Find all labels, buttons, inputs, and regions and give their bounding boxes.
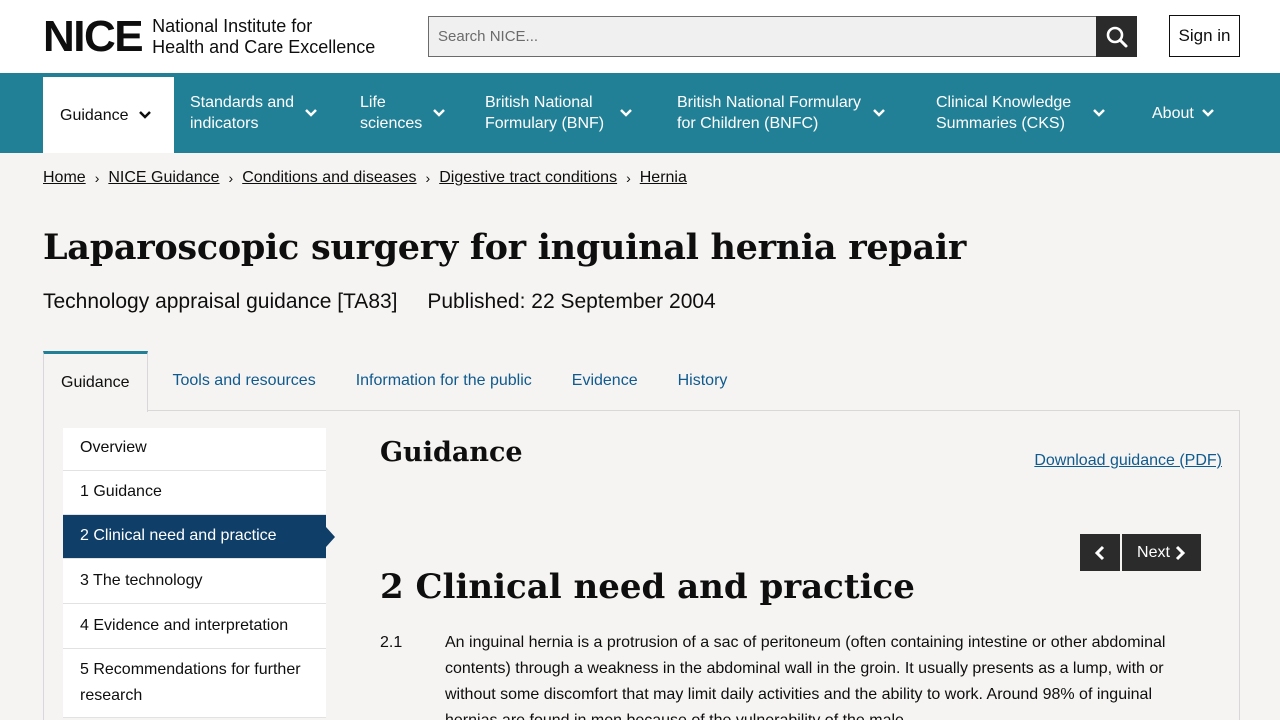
chapter-nav-1[interactable]: 1 Guidance [63,471,326,515]
chevron-left-icon [1094,545,1105,560]
search-input[interactable] [428,16,1096,57]
breadcrumb: Home › NICE Guidance › Conditions and di… [43,167,687,189]
tab-tools-and-resources[interactable]: Tools and resources [148,351,336,411]
chevron-down-icon [1201,109,1214,117]
paragraph-2-1: 2.1 An inguinal hernia is a protrusion o… [380,630,1210,720]
nav-item-about[interactable]: About [1152,73,1216,153]
chapter-nav: Overview 1 Guidance 2 Clinical need and … [63,428,335,718]
search-button[interactable] [1096,16,1137,57]
chevron-down-icon [873,109,885,117]
chevron-down-icon [1093,109,1106,117]
tab-history[interactable]: History [658,351,748,411]
previous-button[interactable] [1080,534,1120,571]
nav-item-label: Guidance [60,106,129,124]
site-header: NICE National Institute for Health and C… [0,0,1280,73]
chevron-down-icon [305,109,317,117]
nav-item-bnf[interactable]: British National Formulary (BNF) [485,73,634,153]
breadcrumb-separator: › [94,170,100,186]
page-meta: Technology appraisal guidance [TA83] Pub… [43,288,716,316]
paragraph-number: 2.1 [380,634,403,651]
nav-item-label: Clinical Knowledge Summaries (CKS) [936,94,1072,132]
tab-information-for-public[interactable]: Information for the public [336,351,552,411]
nav-item-standards[interactable]: Standards and indicators [190,73,319,153]
nav-item-cks[interactable]: Clinical Knowledge Summaries (CKS) [936,73,1107,153]
chevron-down-icon [620,109,632,117]
chevron-down-icon [138,111,151,119]
chevron-down-icon [433,109,446,117]
breadcrumb-digestive[interactable]: Digestive tract conditions [439,167,617,189]
download-pdf-link[interactable]: Download guidance (PDF) [1034,452,1222,470]
tab-guidance[interactable]: Guidance [43,351,148,412]
nav-item-label: About [1152,104,1194,122]
chapter-nav-2[interactable]: 2 Clinical need and practice [63,515,335,559]
chapter-nav-5[interactable]: 5 Recommendations for further research [63,649,326,718]
logo-line-1: National Institute for [152,16,313,36]
nav-item-label: British National Formulary for Children … [677,94,862,132]
sign-in-button[interactable]: Sign in [1169,15,1240,57]
logo-line-2: Health and Care Excellence [152,37,376,57]
published-date: Published: 22 September 2004 [427,290,716,313]
search-form [428,16,1137,57]
chevron-right-icon [1175,545,1186,560]
nav-item-life-sciences[interactable]: Life sciences [360,73,447,153]
breadcrumb-nice-guidance[interactable]: NICE Guidance [108,167,219,189]
paragraph-text: An inguinal hernia is a protrusion of a … [445,634,1166,720]
breadcrumb-conditions[interactable]: Conditions and diseases [242,167,416,189]
breadcrumb-separator: › [228,170,234,186]
nice-logo[interactable]: NICE National Institute for Health and C… [43,15,375,59]
tab-evidence[interactable]: Evidence [552,351,658,411]
breadcrumb-hernia[interactable]: Hernia [640,167,687,189]
next-button[interactable]: Next [1122,534,1201,571]
chapter-title: 2 Clinical need and practice [380,567,915,607]
main-nav: Guidance Standards and indicators Life s… [0,73,1280,153]
logo-text: National Institute for Health and Care E… [152,16,375,58]
guidance-type: Technology appraisal guidance [TA83] [43,290,398,313]
breadcrumb-separator: › [626,170,631,186]
section-heading: Guidance [380,437,523,468]
nav-item-label: British National Formulary (BNF) [485,94,605,132]
chapter-pager: Next [1080,534,1201,571]
search-icon [1106,26,1127,47]
chapter-nav-3[interactable]: 3 The technology [63,559,326,604]
nav-item-guidance[interactable]: Guidance [43,77,174,153]
nav-item-label: Life sciences [360,94,423,132]
breadcrumb-home[interactable]: Home [43,167,86,189]
nav-item-label: Standards and indicators [190,94,295,132]
page-tabs: Guidance Tools and resources Information… [43,351,748,412]
nav-item-bnfc[interactable]: British National Formulary for Children … [677,73,887,153]
page-title: Laparoscopic surgery for inguinal hernia… [43,227,966,268]
chapter-nav-overview[interactable]: Overview [63,428,326,471]
next-label: Next [1137,543,1170,561]
chapter-nav-4[interactable]: 4 Evidence and interpretation [63,604,326,649]
breadcrumb-separator: › [425,170,431,186]
logo-mark: NICE [43,12,144,61]
